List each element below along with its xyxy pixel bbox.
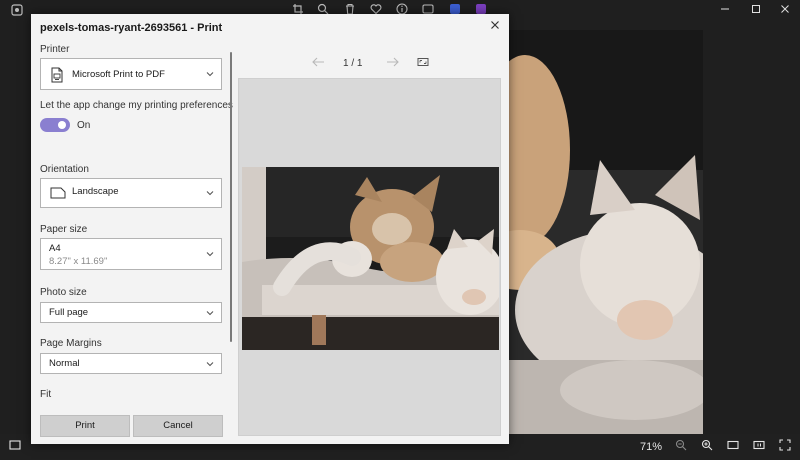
chevron-down-icon <box>205 359 215 369</box>
window-close-button[interactable] <box>770 0 800 20</box>
minimize-button[interactable] <box>710 0 740 20</box>
preferences-state: On <box>77 120 91 131</box>
paper-size-label: Paper size <box>40 224 88 235</box>
next-page-icon[interactable] <box>386 56 400 71</box>
fit-preview-icon[interactable] <box>417 56 429 71</box>
printer-label: Printer <box>40 44 70 55</box>
toggle-knob <box>58 121 66 129</box>
printer-icon <box>50 67 64 83</box>
cancel-button[interactable]: Cancel <box>133 415 223 437</box>
app-icon <box>10 4 24 18</box>
photo-size-select[interactable]: Full page <box>40 302 222 323</box>
zoom-out-icon[interactable] <box>674 439 688 455</box>
preferences-toggle[interactable] <box>40 118 70 132</box>
page-indicator: 1 / 1 <box>343 58 363 69</box>
zoom-in-icon[interactable] <box>700 439 714 455</box>
landscape-page-icon <box>50 186 66 200</box>
chevron-down-icon <box>205 308 215 318</box>
maximize-button[interactable] <box>741 0 771 20</box>
orientation-select[interactable]: Landscape <box>40 178 222 208</box>
printer-value: Microsoft Print to PDF <box>72 69 165 80</box>
paper-size-select[interactable]: A4 8.27" x 11.69" <box>40 238 222 270</box>
settings-scrollbar[interactable] <box>230 52 232 342</box>
zoom-level: 71% <box>639 441 663 453</box>
print-dialog: pexels-tomas-ryant-2693561 - Print Print… <box>31 14 509 444</box>
close-icon[interactable] <box>483 15 507 37</box>
dialog-title: pexels-tomas-ryant-2693561 - Print <box>40 22 223 34</box>
paper-size-value: A4 <box>49 243 61 254</box>
page-margins-label: Page Margins <box>40 338 102 349</box>
page-margins-value: Normal <box>49 358 80 369</box>
chevron-down-icon <box>205 249 215 259</box>
photo-size-label: Photo size <box>40 287 87 298</box>
preview-photo <box>242 167 499 350</box>
printer-select[interactable]: Microsoft Print to PDF <box>40 58 222 90</box>
filmstrip-icon[interactable] <box>8 439 22 455</box>
print-button[interactable]: Print <box>40 415 130 437</box>
photo-size-value: Full page <box>49 307 89 318</box>
fit-window-icon[interactable] <box>726 439 740 455</box>
chevron-down-icon <box>205 188 215 198</box>
preferences-label: Let the app change my printing preferenc… <box>40 100 233 111</box>
actual-size-icon[interactable] <box>752 439 766 455</box>
fullscreen-icon[interactable] <box>778 439 792 455</box>
previous-page-icon[interactable] <box>311 56 325 71</box>
print-preview <box>238 78 501 436</box>
page-margins-select[interactable]: Normal <box>40 353 222 374</box>
paper-size-detail: 8.27" x 11.69" <box>49 256 108 267</box>
main-photo <box>495 30 703 435</box>
orientation-value: Landscape <box>72 186 119 197</box>
fit-label: Fit <box>40 389 52 400</box>
orientation-label: Orientation <box>40 164 89 175</box>
chevron-down-icon <box>205 69 215 79</box>
